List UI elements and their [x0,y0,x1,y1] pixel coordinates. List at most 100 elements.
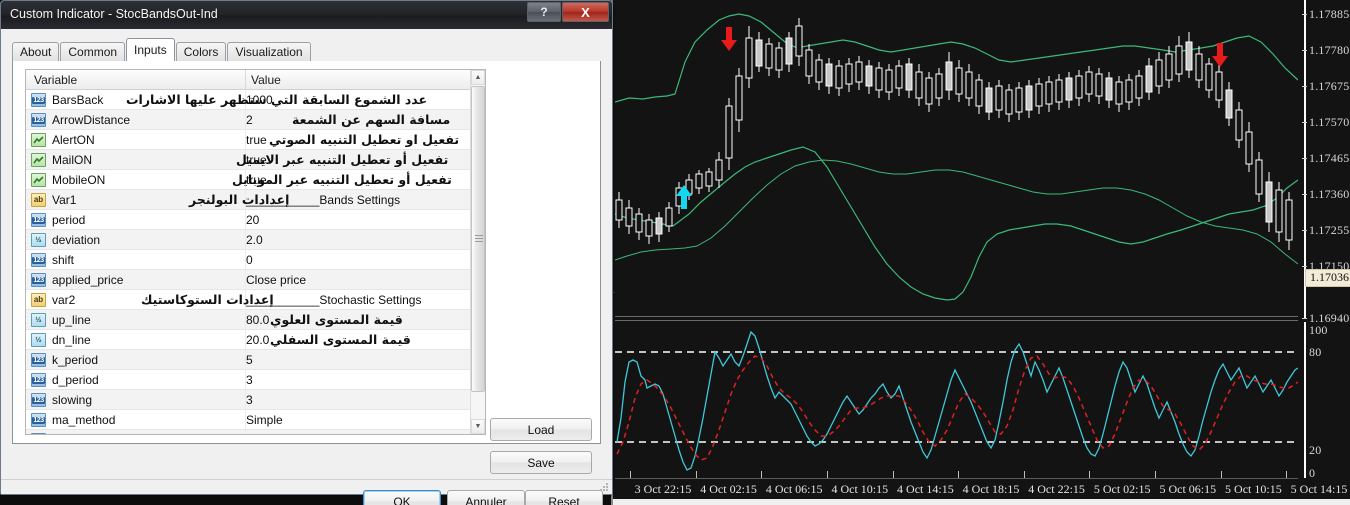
tab-label: Visualization [235,45,303,59]
price-tick-label: 1.17255 [1309,223,1350,237]
bool-icon [31,153,46,167]
grid-row[interactable]: 123 BarsBack 1000 عدد الشموع السابقة التي س… [26,90,471,110]
reset-button[interactable]: Reset [525,490,603,505]
variable-name: var2 [52,293,76,307]
buy-arrow-icon [676,185,692,209]
int-icon: 123 [31,433,46,434]
int-icon: 123 [31,373,46,387]
grid-row[interactable]: ab Var1 ___________Bands Settings إعدادات ا… [26,190,471,210]
time-tick-mark [1220,471,1222,478]
grid-row[interactable]: ½ up_line 80.0 قيمة المستوى العلوي [26,310,471,330]
grid-row[interactable]: 123 ArrowDistance 2 مسافة السهم عن الشمعة [26,110,471,130]
stochastic-axis[interactable] [1304,322,1306,478]
stochastic-pane[interactable] [615,322,1298,474]
ok-button[interactable]: OK [363,490,441,505]
tab-visualization[interactable]: Visualization [227,42,311,61]
scroll-down-icon[interactable]: ▼ [471,419,485,434]
variable-name: MailON [52,153,93,167]
price-tick-label: 1.17885 [1309,7,1350,21]
variable-name: ma_method [52,413,116,427]
variable-value[interactable]: 5 [246,353,253,367]
int-icon: 123 [31,113,46,127]
grid-row[interactable]: ab var2 ___________Stochastic Settings إعدا… [26,290,471,310]
int-icon: 123 [31,213,46,227]
close-button[interactable]: X [562,2,609,22]
resize-grip-icon[interactable] [599,482,609,492]
grid-row[interactable]: 123 slowing 3 [26,390,471,410]
price-tick-label: 1.17570 [1309,115,1350,129]
save-button[interactable]: Save [490,451,592,474]
pane-separator-bottom [615,320,1298,321]
price-tick-mark [1302,122,1307,123]
grid-row[interactable]: 123 period 20 [26,210,471,230]
dialog-body: About Common Inputs Colors Visualization Var… [1,29,612,505]
variable-value[interactable]: 20 [246,213,259,227]
custom-indicator-dialog[interactable]: Custom Indicator - StocBandsOut-Ind ? X … [0,0,613,505]
grid-row[interactable]: MailON true تفعيل أو تعطيل التنبيه عبر الا… [26,150,471,170]
grid-row[interactable]: AlertON true تفعيل او تعطيل التنبيه الصوتي [26,130,471,150]
variable-value[interactable]: 2 [246,113,253,127]
grid-row[interactable]: 123 applied_price Close price [26,270,471,290]
grid-row[interactable]: MobileON true تفعيل أو تعطيل التنبيه عبر ا… [26,170,471,190]
tab-strip[interactable]: About Common Inputs Colors Visualization [12,38,312,61]
variable-name: up_line [52,313,91,327]
variable-value[interactable]: Low/High [246,433,296,434]
time-tick-label: 4 Oct 06:15 [765,482,823,496]
help-button[interactable]: ? [527,2,561,22]
grid-row[interactable]: ½ dn_line 20.0 قيمة المستوى السفلي [26,330,471,350]
tab-inputs[interactable]: Inputs [126,38,175,61]
time-tick-mark [827,471,828,478]
time-tick-label: 5 Oct 02:15 [1093,482,1151,496]
grid-rows[interactable]: 123 BarsBack 1000 عدد الشموع السابقة التي س… [26,90,471,434]
grid-header: Variable Value [26,70,471,90]
time-tick-label: 4 Oct 18:15 [962,482,1020,496]
variable-value[interactable]: 3 [246,373,253,387]
column-divider [245,70,246,90]
price-tick-mark [1302,14,1307,15]
tab-label: Inputs [134,43,167,57]
tab-common[interactable]: Common [60,42,126,61]
grid-row[interactable]: ½ deviation 2.0 [26,230,471,250]
variable-value[interactable]: Simple [246,413,283,427]
price-tick-mark [1302,266,1307,267]
time-tick-mark [630,471,632,478]
string-icon: ab [31,193,46,207]
grid-row[interactable]: 123 k_period 5 [26,350,471,370]
inputs-panel: Variable Value 123 BarsBack 1000 عدد الشموع… [12,61,601,444]
scrollbar-thumb[interactable] [471,86,485,392]
grid-row[interactable]: 123 d_period 3 [26,370,471,390]
variable-name: dn_line [52,333,91,347]
tab-about[interactable]: About [12,42,60,61]
price-pane[interactable] [615,2,1298,314]
variable-comment: إعدادات الستوكاستيك [141,292,274,307]
grid-scrollbar[interactable]: ▲ ▼ [470,70,485,434]
sell-arrow-icon-2 [1212,43,1228,67]
dialog-titlebar[interactable]: Custom Indicator - StocBandsOut-Ind ? X [1,1,612,29]
variable-value[interactable]: Close price [246,273,306,287]
column-header-variable: Variable [34,73,78,87]
grid-row[interactable]: 123 ma_method Simple [26,410,471,430]
load-button[interactable]: Load [490,418,592,441]
chart-area[interactable] [611,0,1350,505]
inputs-grid[interactable]: Variable Value 123 BarsBack 1000 عدد الشموع… [25,69,486,435]
cancel-button[interactable]: Annuler [447,490,525,505]
pane-separator-top [615,316,1298,317]
current-price-label: 1.17036 [1305,269,1350,287]
scroll-up-icon[interactable]: ▲ [471,70,485,85]
variable-value[interactable]: 2.0 [246,233,263,247]
variable-comment: إعدادات البولنجر [189,192,290,207]
time-tick-label: 4 Oct 02:15 [700,482,757,496]
string-icon: ab [31,293,46,307]
variable-comment: تفعيل أو تعطيل التنبيه عبر الايميل [236,152,449,167]
tab-colors[interactable]: Colors [175,42,227,61]
variable-name: MobileON [52,173,106,187]
variable-value[interactable]: 20.0 [246,333,269,347]
footer-divider [1,479,612,480]
variable-value[interactable]: true [246,133,267,147]
grid-row[interactable]: 123 price_field Low/High [26,430,471,434]
variable-value[interactable]: 0 [246,253,253,267]
variable-value[interactable]: 80.0 [246,313,269,327]
grid-row[interactable]: 123 shift 0 [26,250,471,270]
time-tick-label: 4 Oct 22:15 [1028,482,1085,496]
variable-value[interactable]: 3 [246,393,253,407]
